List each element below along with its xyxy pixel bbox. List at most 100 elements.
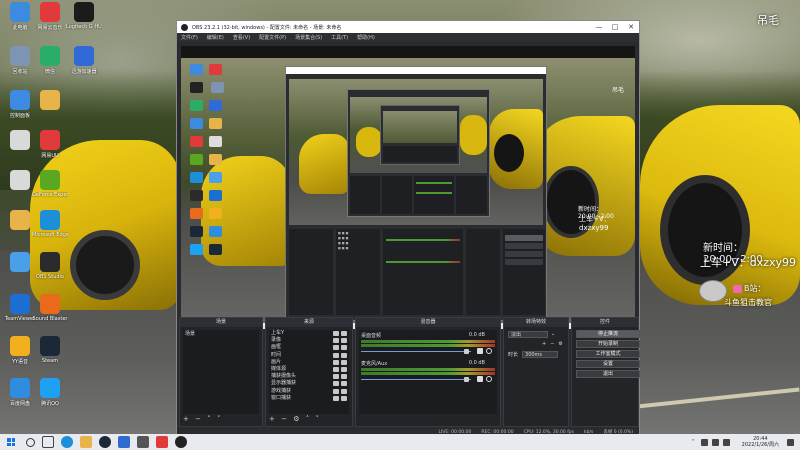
remove-transition-icon[interactable]: − (550, 341, 554, 347)
desktop-icon[interactable]: 网易云音乐 (32, 2, 68, 31)
add-source-icon[interactable]: + (269, 415, 275, 423)
lock-icon[interactable] (341, 374, 347, 380)
desktop-icon[interactable]: Logitech G HUB (66, 2, 102, 30)
notification-icon[interactable] (787, 438, 794, 446)
speaker-icon[interactable] (477, 348, 483, 354)
windows-start-icon[interactable] (4, 435, 18, 449)
app-taskbar-icon[interactable] (137, 436, 149, 448)
lock-icon[interactable] (341, 338, 347, 344)
source-item[interactable]: 窗口捕获 (269, 395, 349, 402)
desktop-icon[interactable]: Steam (32, 336, 68, 364)
source-item[interactable]: 时间 (269, 352, 349, 359)
move-up-icon[interactable]: ˄ (207, 415, 211, 423)
lock-icon[interactable] (341, 395, 347, 401)
source-item[interactable]: 录像 (269, 337, 349, 344)
eye-icon[interactable] (333, 374, 339, 380)
lock-icon[interactable] (341, 345, 347, 351)
source-properties-icon[interactable]: ⚙ (293, 415, 299, 423)
eye-icon[interactable] (333, 345, 339, 351)
eye-icon[interactable] (333, 331, 339, 336)
volume-slider[interactable] (361, 348, 495, 354)
source-item[interactable]: 上车Y (269, 330, 349, 337)
maximize-icon[interactable]: □ (607, 23, 623, 31)
menu-tools[interactable]: 工具(T) (331, 34, 348, 41)
eye-icon[interactable] (333, 359, 339, 365)
transition-type-select[interactable]: 淡出 (508, 330, 548, 338)
lock-icon[interactable] (341, 331, 347, 336)
start-recording-button[interactable]: 开始录制 (576, 340, 640, 348)
obs-preview[interactable]: 吊毛 新时间：20:00~2:00 上车+V：dxzxy99 ■ ■ ■ ■ ■… (181, 46, 635, 329)
eye-icon[interactable] (333, 338, 339, 344)
eye-icon[interactable] (333, 352, 339, 358)
source-item[interactable]: 游戏捕获 (269, 388, 349, 395)
studio-mode-button[interactable]: 工作室模式 (576, 350, 640, 358)
obs-titlebar[interactable]: OBS 23.2.1 (32-bit, windows) - 配置文件: 未命名… (177, 21, 639, 33)
settings-button[interactable]: 设置 (576, 360, 640, 368)
scene-item[interactable]: 场景 (183, 330, 259, 338)
add-scene-icon[interactable]: + (183, 415, 189, 423)
volume-icon[interactable] (711, 438, 719, 446)
app-taskbar-icon[interactable] (118, 436, 130, 448)
input-method-icon[interactable] (722, 438, 730, 446)
source-item[interactable]: 画片 (269, 359, 349, 366)
lock-icon[interactable] (341, 381, 347, 387)
close-icon[interactable]: ✕ (623, 23, 639, 31)
move-down-icon[interactable]: ˅ (315, 415, 319, 423)
volume-slider-knob[interactable] (464, 377, 469, 382)
exit-button[interactable]: 退出 (576, 370, 640, 378)
menu-view[interactable]: 查看(V) (233, 34, 250, 41)
lock-icon[interactable] (341, 359, 347, 365)
remove-source-icon[interactable]: − (281, 415, 287, 423)
netease-taskbar-icon[interactable] (156, 436, 168, 448)
desktop-icon[interactable] (32, 90, 68, 112)
network-icon[interactable] (700, 438, 708, 446)
eye-icon[interactable] (333, 395, 339, 401)
transition-settings-icon[interactable]: ⚙ (558, 341, 562, 347)
obs-taskbar-icon[interactable] (175, 436, 187, 448)
menu-edit[interactable]: 编辑(E) (207, 34, 224, 41)
teamviewer-icon (10, 294, 30, 314)
move-up-icon[interactable]: ˄ (306, 415, 310, 423)
minimize-icon[interactable]: — (591, 23, 607, 31)
lock-icon[interactable] (341, 366, 347, 372)
move-down-icon[interactable]: ˅ (217, 415, 221, 423)
overlay-station-label: B站： (744, 284, 766, 293)
source-item[interactable]: 画框 (269, 344, 349, 351)
menu-file[interactable]: 文件(F) (181, 34, 198, 41)
remove-scene-icon[interactable]: − (195, 415, 201, 423)
sources-dock: 来源 上车Y 录像 画框 时间 画片 媒体源 捕获摄像头 显示器捕获 游戏捕获 窗口捕获 + − … (265, 317, 353, 427)
menu-scene-collection[interactable]: 场景集合(S) (295, 34, 322, 41)
add-transition-icon[interactable]: + (542, 341, 546, 347)
desktop-icon[interactable]: OBS Studio (32, 252, 68, 280)
gear-icon[interactable] (486, 376, 492, 382)
desktop-icon[interactable]: Sound Blaster (32, 294, 68, 322)
task-view-icon[interactable] (42, 436, 54, 448)
source-item[interactable]: 显示器捕获 (269, 380, 349, 387)
volume-slider[interactable] (361, 376, 495, 382)
eye-icon[interactable] (333, 381, 339, 387)
desktop-icon[interactable]: 网易UU (32, 130, 68, 159)
taskbar-clock[interactable]: 20:44 2022/1/26/周六 (742, 436, 779, 448)
speaker-icon[interactable] (477, 376, 483, 382)
tray-expand-icon[interactable]: ˄ (692, 439, 695, 446)
transition-duration-input[interactable]: 300ms (522, 350, 559, 358)
desktop-icon[interactable]: GeForce Experience (32, 170, 68, 198)
desktop-icon[interactable]: 微信 (32, 46, 68, 75)
menu-profile[interactable]: 配置文件(P) (259, 34, 286, 41)
desktop-icon[interactable]: 迅游加速器 (66, 46, 102, 75)
search-icon[interactable] (26, 437, 35, 447)
gear-icon[interactable] (486, 348, 492, 354)
menu-help[interactable]: 帮助(H) (357, 34, 375, 41)
steam-taskbar-icon[interactable] (99, 436, 111, 448)
eye-icon[interactable] (333, 388, 339, 394)
stop-streaming-button[interactable]: 停止推流 (576, 330, 640, 338)
eye-icon[interactable] (333, 366, 339, 372)
edge-taskbar-icon[interactable] (61, 436, 73, 448)
chevron-down-icon[interactable]: ⌄ (551, 331, 555, 337)
lock-icon[interactable] (341, 388, 347, 394)
desktop-icon[interactable]: Microsoft Edge (32, 210, 68, 238)
lock-icon[interactable] (341, 352, 347, 358)
volume-slider-knob[interactable] (464, 349, 469, 354)
explorer-taskbar-icon[interactable] (80, 436, 92, 448)
desktop-icon[interactable]: 腾讯QQ (32, 378, 68, 407)
